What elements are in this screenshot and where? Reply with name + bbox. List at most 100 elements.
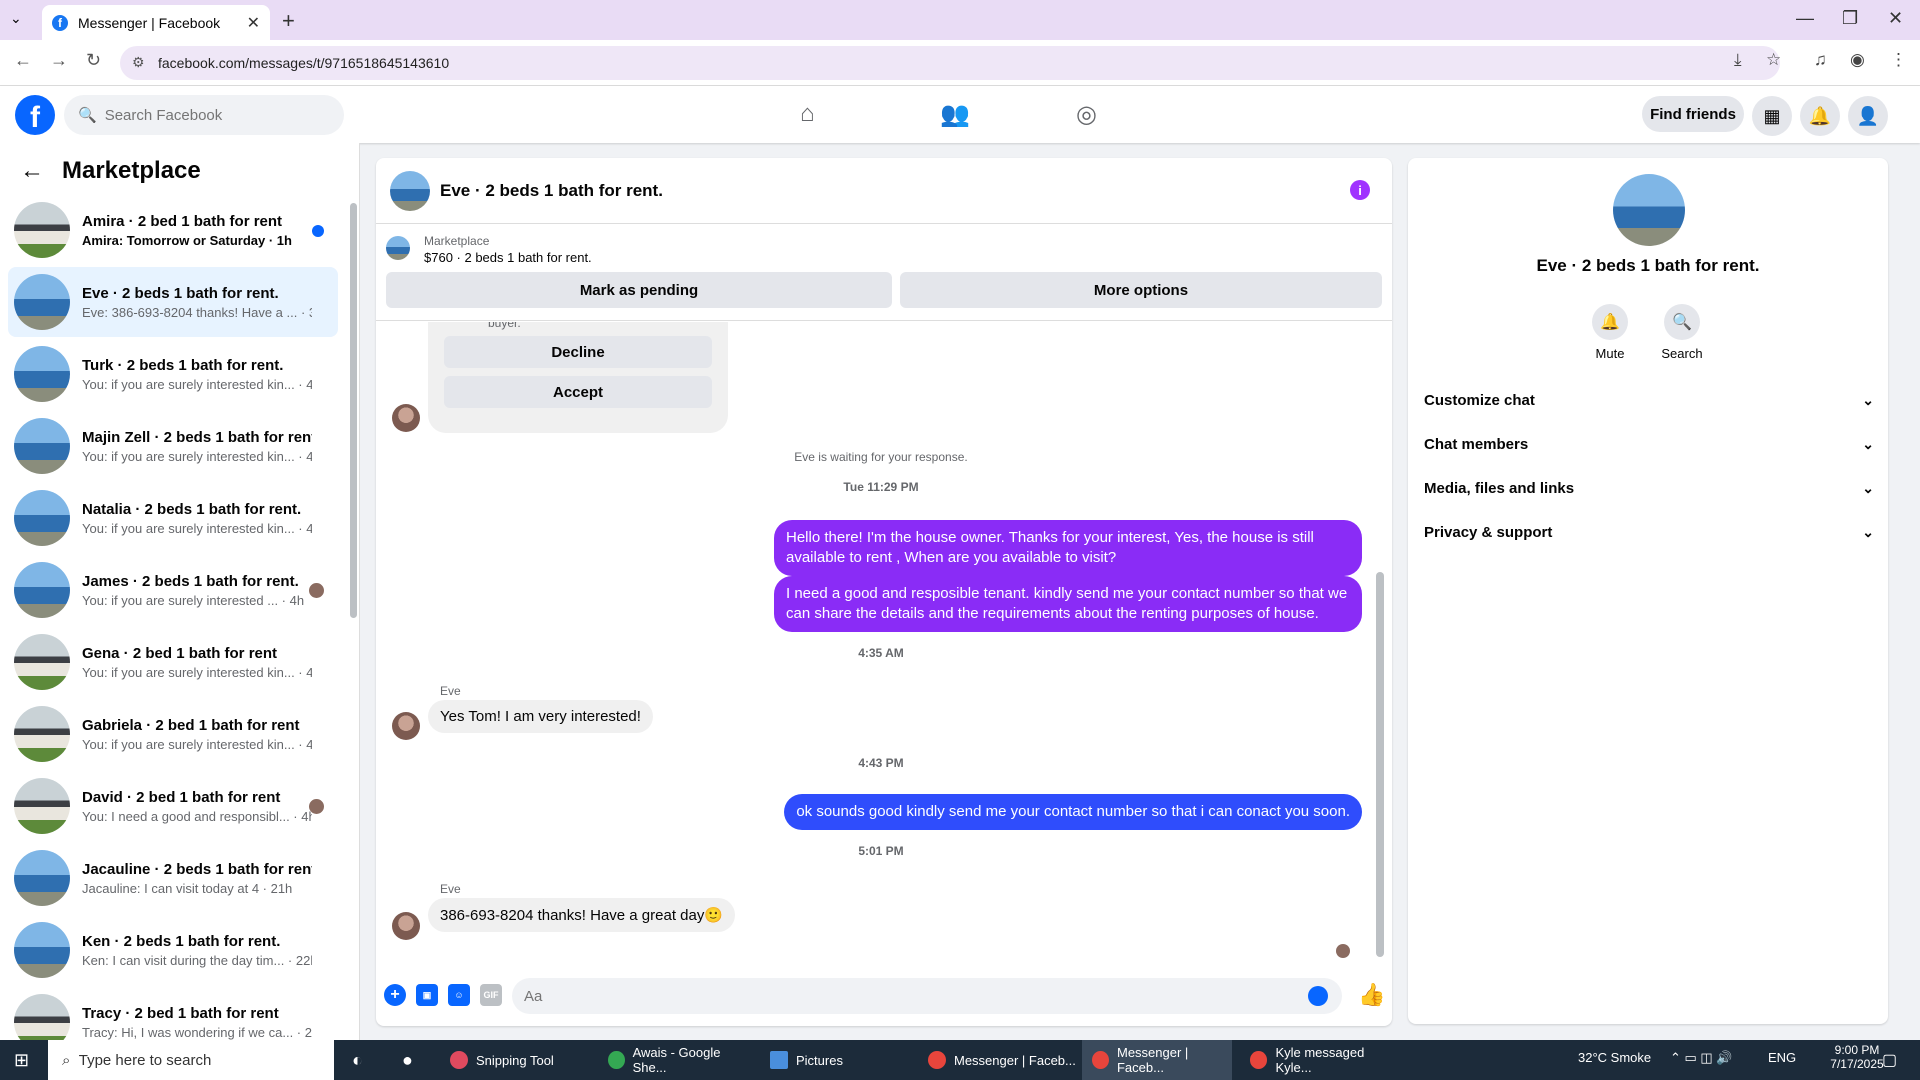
contact-avatar[interactable] — [1613, 174, 1685, 246]
facebook-search[interactable]: 🔍 — [64, 95, 344, 135]
taskbar-messenger-1[interactable]: Messenger | Faceb... — [918, 1040, 1078, 1080]
close-window-icon[interactable]: ✕ — [1888, 8, 1903, 29]
listing-thumbnail[interactable] — [386, 236, 410, 260]
close-tab-icon[interactable]: ✕ — [247, 13, 260, 33]
info-icon[interactable]: i — [1350, 180, 1370, 200]
system-tray-icons[interactable]: ⌃ ▭ ◫ 🔊 — [1670, 1050, 1732, 1066]
outgoing-message[interactable]: I need a good and resposible tenant. kin… — [774, 576, 1362, 632]
waiting-notice: Eve is waiting for your response. — [794, 450, 968, 464]
mark-as-pending-button[interactable]: Mark as pending — [386, 272, 892, 308]
message-input-box[interactable] — [512, 978, 1342, 1014]
taskbar-kyle-messaged[interactable]: Kyle messaged Kyle... — [1240, 1040, 1400, 1080]
media-files-links-section[interactable]: Media, files and links ⌄ — [1424, 470, 1874, 506]
taskbar-pictures[interactable]: Pictures — [760, 1040, 910, 1080]
notification-center-icon[interactable]: ▢ — [1882, 1050, 1897, 1070]
clock-date: 7/17/2025 — [1830, 1057, 1884, 1071]
back-arrow-icon[interactable]: ← — [20, 157, 44, 185]
firefox-icon[interactable]: ● — [402, 1050, 413, 1071]
more-options-button[interactable]: More options — [900, 272, 1382, 308]
taskbar-messenger-2[interactable]: Messenger | Faceb... — [1082, 1040, 1232, 1080]
facebook-search-input[interactable] — [104, 106, 305, 124]
thumbs-up-icon[interactable]: 👍 — [1358, 982, 1385, 1008]
conversation-item[interactable]: Tracy · 2 bed 1 bath for rent Tracy: Hi, … — [8, 987, 338, 1040]
taskbar-google-sheets[interactable]: Awais - Google She... — [598, 1040, 748, 1080]
conversation-thumbnail — [14, 922, 70, 978]
photo-icon[interactable]: ▣ — [416, 984, 438, 1006]
taskbar-search[interactable]: ⌕ Type here to search — [48, 1040, 334, 1080]
conversation-name: David · 2 bed 1 bath for rent — [82, 788, 281, 806]
conversation-item[interactable]: Ken · 2 beds 1 bath for rent. Ken: I can … — [8, 915, 338, 985]
chevron-down-icon: ⌄ — [1862, 479, 1874, 496]
chat-avatar[interactable] — [390, 170, 430, 211]
conversation-item[interactable]: Jacauline · 2 beds 1 bath for rent. Jacau… — [8, 843, 338, 913]
mute-action[interactable]: 🔔 Mute — [1580, 304, 1640, 361]
conversation-preview: Eve: 386-693-8204 thanks! Have a ... · 3… — [82, 304, 312, 320]
incoming-message[interactable]: Yes Tom! I am very interested! — [428, 700, 653, 733]
emoji-icon[interactable] — [1308, 986, 1328, 1006]
weather-text[interactable]: 32°C Smoke — [1578, 1050, 1651, 1065]
restore-icon[interactable]: ❐ — [1842, 8, 1858, 29]
find-friends-button[interactable]: Find friends — [1642, 96, 1744, 132]
edge-icon[interactable]: ◐ — [352, 1050, 363, 1071]
facebook-logo-icon[interactable]: f — [15, 95, 55, 135]
reload-icon[interactable]: ↻ — [86, 50, 101, 71]
conversation-item[interactable]: Eve · 2 beds 1 bath for rent. Eve: 386-69… — [8, 267, 338, 337]
menu-icon[interactable]: ⋮ — [1890, 50, 1907, 70]
conversation-item[interactable]: James · 2 beds 1 bath for rent. You: if y… — [8, 555, 338, 625]
message-input[interactable] — [524, 987, 1284, 1005]
groups-icon[interactable]: ◎ — [1076, 100, 1097, 129]
notifications-bell-icon[interactable]: 🔔 — [1800, 96, 1840, 136]
site-info-icon[interactable]: ⚙ — [132, 54, 145, 71]
outgoing-message[interactable]: Hello there! I'm the house owner. Thanks… — [774, 520, 1362, 576]
listing-price[interactable]: $760 · 2 beds 1 bath for rent. — [424, 250, 592, 265]
customize-chat-section[interactable]: Customize chat ⌄ — [1424, 382, 1874, 418]
language-indicator[interactable]: ENG — [1768, 1050, 1796, 1065]
home-icon[interactable]: ⌂ — [800, 100, 815, 128]
conversation-item[interactable]: David · 2 bed 1 bath for rent You: I need… — [8, 771, 338, 841]
conversation-item[interactable]: Gabriela · 2 bed 1 bath for rent You: if … — [8, 699, 338, 769]
account-avatar[interactable]: 👤 — [1848, 96, 1888, 136]
sender-name: Eve — [440, 882, 461, 896]
accept-button[interactable]: Accept — [444, 376, 712, 408]
browser-tab-messenger[interactable]: f Messenger | Facebook ✕ — [42, 5, 270, 40]
windows-start-icon[interactable]: ⊞ — [14, 1050, 29, 1071]
new-tab-icon[interactable]: + — [282, 8, 295, 34]
conversation-item[interactable]: Amira · 2 bed 1 bath for rent Amira: Tomo… — [8, 195, 338, 265]
sidebar-scrollbar[interactable] — [350, 203, 357, 618]
eve-avatar[interactable] — [392, 712, 420, 740]
address-bar[interactable]: ⚙ facebook.com/messages/t/97165186451436… — [120, 46, 1780, 80]
taskbar-snipping-tool[interactable]: Snipping Tool — [440, 1040, 590, 1080]
chat-title[interactable]: Eve · 2 beds 1 bath for rent. — [440, 181, 663, 201]
plus-icon[interactable]: + — [384, 984, 406, 1006]
profile-icon[interactable]: ◉ — [1850, 50, 1865, 70]
eve-avatar[interactable] — [392, 912, 420, 940]
sticker-icon[interactable]: ☺ — [448, 984, 470, 1006]
conversation-item[interactable]: Turk · 2 beds 1 bath for rent. You: if yo… — [8, 339, 338, 409]
install-app-icon[interactable]: ⤓ — [1734, 50, 1742, 70]
conversation-item[interactable]: Gena · 2 bed 1 bath for rent You: if you … — [8, 627, 338, 697]
search-action[interactable]: 🔍 Search — [1652, 304, 1712, 361]
bell-icon[interactable]: 🔔 — [1592, 304, 1628, 340]
menu-grid-icon[interactable]: ▦ — [1752, 96, 1792, 136]
bookmark-star-icon[interactable]: ☆ — [1766, 50, 1781, 70]
search-icon[interactable]: 🔍 — [1664, 304, 1700, 340]
back-icon[interactable]: ← — [14, 50, 32, 71]
gif-icon[interactable]: GIF — [480, 984, 502, 1006]
facebook-header: f 🔍 ⌂ 👥 ◎ Find friends ▦ 🔔 👤 — [0, 86, 1920, 143]
contact-name: Eve · 2 beds 1 bath for rent. — [1536, 256, 1760, 275]
friends-icon[interactable]: 👥 — [940, 100, 970, 129]
eve-avatar[interactable] — [392, 404, 420, 432]
conversation-item[interactable]: Natalia · 2 beds 1 bath for rent. You: if… — [8, 483, 338, 553]
section-label: Media, files and links — [1424, 479, 1575, 497]
outgoing-message[interactable]: ok sounds good kindly send me your conta… — [784, 794, 1362, 830]
tab-search-icon[interactable]: ⌄ — [10, 10, 22, 27]
chat-members-section[interactable]: Chat members ⌄ — [1424, 426, 1874, 462]
privacy-support-section[interactable]: Privacy & support ⌄ — [1424, 514, 1874, 550]
media-icon[interactable]: ♫ — [1814, 50, 1827, 70]
forward-icon[interactable]: → — [50, 50, 68, 71]
conversation-item[interactable]: Majin Zell · 2 beds 1 bath for rent. You:… — [8, 411, 338, 481]
decline-button[interactable]: Decline — [444, 336, 712, 368]
incoming-message[interactable]: 386-693-8204 thanks! Have a great day🙂 — [428, 898, 736, 932]
thread-scrollbar[interactable] — [1376, 332, 1384, 957]
minimize-icon[interactable]: — — [1796, 8, 1814, 29]
